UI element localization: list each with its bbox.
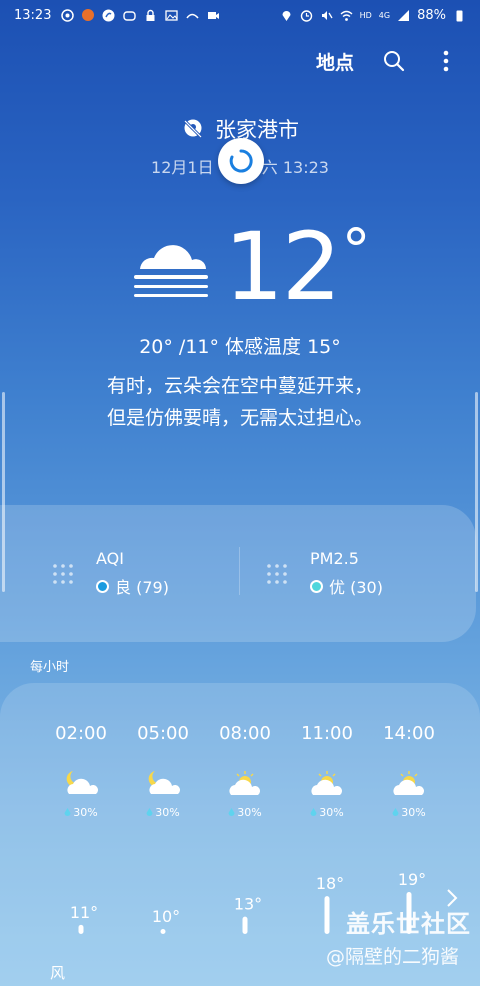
refresh-indicator (218, 138, 264, 184)
battery-percent: 88% (417, 7, 446, 23)
battery-icon (456, 10, 463, 21)
pm25-level: 优 (30) (329, 578, 383, 597)
temp-label: 13° (234, 895, 262, 914)
hourly-section-label: 每小时 (30, 660, 70, 675)
hour-column[interactable]: 14:00 30% (368, 723, 450, 819)
more-options-button[interactable] (434, 49, 458, 73)
desc-line-1: 有时，云朵会在空中蔓延开来， (106, 375, 373, 397)
hour-time: 08:00 (219, 723, 271, 744)
temp-marker (160, 929, 166, 934)
moon-cloud-icon (66, 771, 98, 794)
rain-chance: 30% (204, 806, 286, 819)
temp-range: 20° /11° 体感温度 15° (139, 336, 341, 358)
desc-line-2: 但是仿佛要晴，无需太过担心。 (106, 407, 373, 429)
pm25-dots-icon (267, 564, 287, 584)
hour-time: 02:00 (55, 723, 107, 744)
rain-percent: 30% (237, 806, 262, 819)
city-name: 张家港市 (215, 118, 299, 142)
temp-marker (242, 916, 248, 934)
search-icon (384, 51, 405, 72)
app-notification-icon (61, 8, 75, 22)
date-left: 12月1日 (151, 158, 214, 177)
refresh-spinner-icon (229, 149, 253, 173)
rain-chance: 30% (286, 806, 368, 819)
temp-marker (78, 924, 84, 934)
aqi-level: 良 (79) (115, 578, 169, 597)
status-bar: 13:23 HD 4G 88% (0, 0, 480, 30)
temp-label: 11° (70, 903, 98, 922)
aqi-status-dot (96, 579, 109, 593)
pm25-value: 优 (30) (310, 574, 383, 598)
temp-degree: ° (341, 216, 371, 284)
temp-label: 10° (152, 907, 180, 926)
pm25-item[interactable]: PM2.5 优 (30) (266, 549, 383, 598)
raindrop-icon (310, 808, 317, 816)
cast-icon (186, 13, 200, 19)
moon-cloud-icon (148, 771, 180, 794)
current-weather: 12° (130, 218, 371, 318)
cloud-app-icon (123, 10, 137, 21)
locations-button[interactable]: 地点 (316, 48, 354, 75)
hour-time: 14:00 (383, 723, 435, 744)
location-off-icon (183, 119, 203, 139)
rain-percent: 30% (155, 806, 180, 819)
rain-percent: 30% (73, 806, 98, 819)
status-time: 13:23 (14, 7, 52, 23)
hour-column[interactable]: 05:00 30% (122, 723, 204, 819)
raindrop-icon (228, 808, 235, 816)
temp-label: 18° (316, 874, 344, 893)
watermark-author: @隔壁的二狗酱 (326, 946, 460, 968)
aqi-dots-icon (53, 564, 73, 584)
temp-label: 19° (398, 870, 426, 889)
notification-icons (61, 8, 220, 22)
rain-chance: 30% (122, 806, 204, 819)
app-header: 地点 (316, 44, 458, 78)
pm25-status-dot (310, 579, 323, 593)
signal-icon (398, 9, 410, 21)
aq-divider (239, 547, 240, 595)
current-temperature: 12° (224, 221, 371, 315)
pm25-label: PM2.5 (310, 549, 359, 568)
hour-time: 11:00 (301, 723, 353, 744)
network-label: 4G (378, 10, 391, 20)
watermark-brand: 盖乐世社区 (346, 910, 471, 938)
location-pin-icon (282, 10, 291, 21)
hour-column[interactable]: 08:00 30% (204, 723, 286, 819)
aqi-label: AQI (96, 549, 124, 568)
video-icon (208, 11, 220, 19)
fog-cloud-icon (134, 245, 208, 297)
sun-cloud-icon (229, 771, 260, 795)
s-app-icon (102, 9, 115, 21)
date-right: 六 13:23 (261, 158, 329, 177)
rain-chance: 30% (40, 806, 122, 819)
hour-column[interactable]: 02:00 30% (40, 723, 122, 819)
wind-section-label: 风 (50, 964, 66, 982)
wifi-icon (340, 10, 353, 21)
air-quality-card[interactable]: AQI 良 (79) PM2.5 优 (30) (0, 505, 476, 642)
sun-cloud-icon (311, 771, 342, 795)
hd-label: HD (359, 10, 372, 20)
hour-column[interactable]: 11:00 30% (286, 723, 368, 819)
image-icon (165, 9, 179, 21)
aqi-item[interactable]: AQI 良 (79) (52, 549, 169, 598)
rain-chance: 30% (368, 806, 450, 819)
aqi-value: 良 (79) (96, 574, 169, 598)
temp-marker (324, 896, 330, 934)
rain-percent: 30% (319, 806, 344, 819)
raindrop-icon (392, 808, 399, 816)
search-button[interactable] (382, 49, 406, 73)
alert-dot-icon (82, 9, 95, 21)
lock-icon (146, 9, 155, 21)
alarm-icon (300, 9, 312, 22)
weather-description: 有时，云朵会在空中蔓延开来， 但是仿佛要晴，无需太过担心。 (0, 370, 480, 434)
system-icons: HD 4G 88% (280, 8, 466, 23)
hour-time: 05:00 (137, 723, 189, 744)
temp-value: 12 (224, 213, 342, 322)
rain-percent: 30% (401, 806, 426, 819)
sun-cloud-icon (393, 771, 424, 795)
more-vertical-icon (443, 50, 449, 72)
raindrop-icon (64, 808, 71, 816)
raindrop-icon (146, 808, 153, 816)
mute-icon (321, 10, 333, 20)
